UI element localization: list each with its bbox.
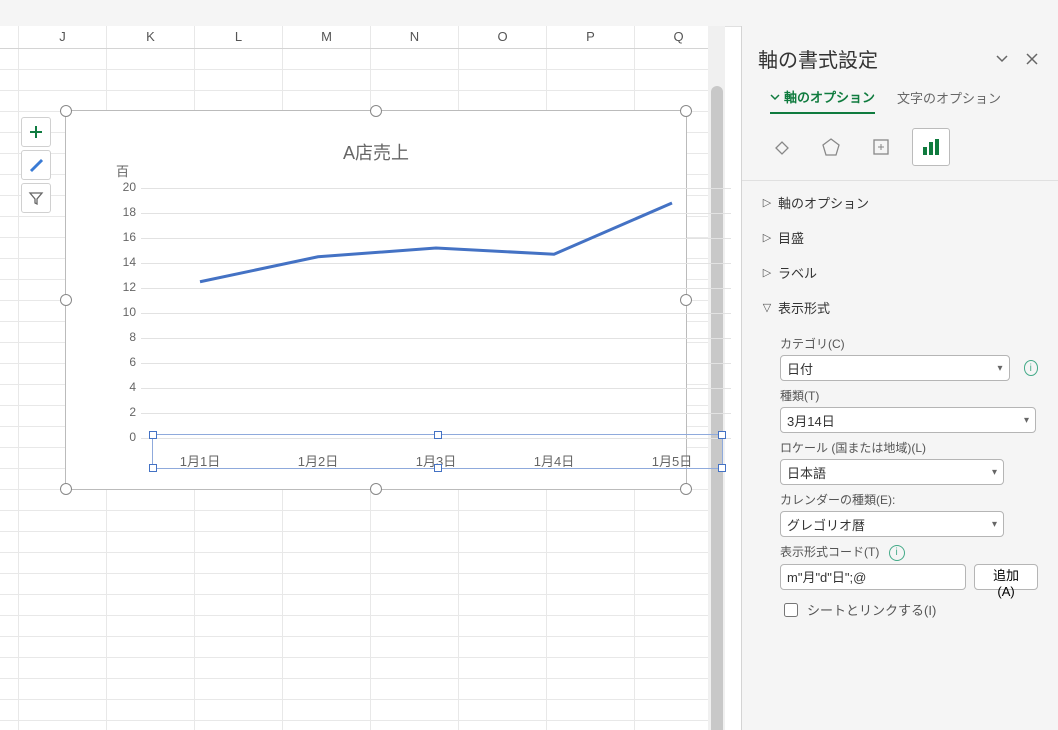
checkbox-label: シートとリンクする(I) [807,600,936,619]
section-label: 軸のオプション [778,193,869,212]
format-code-input[interactable]: m"月"d"日";@ [780,564,966,590]
type-select[interactable]: 3月14日 ▾ [780,407,1036,433]
format-axis-panel: 軸の書式設定 軸のオプション 文字のオプション [741,26,1058,730]
info-icon[interactable]: i [1024,360,1038,376]
link-to-source-checkbox[interactable]: シートとリンクする(I) [780,600,1038,620]
funnel-icon [28,190,44,206]
plot-area[interactable]: 02468101214161820 [141,188,731,438]
calendar-select[interactable]: グレゴリオ暦 ▾ [780,511,1004,537]
col-header[interactable]: J [19,26,107,48]
size-properties-category[interactable] [862,128,900,166]
effects-category[interactable] [812,128,850,166]
panel-close-button[interactable] [1022,49,1042,69]
resize-handle[interactable] [60,483,72,495]
tab-label: 文字のオプション [897,88,1001,107]
col-header[interactable]: N [371,26,459,48]
calendar-label: カレンダーの種類(E): [780,491,1038,508]
category-label: カテゴリ(C) [780,335,1038,352]
chart-mini-toolbar [21,117,51,213]
paint-bucket-icon [770,136,792,158]
add-button[interactable]: 追加(A) [974,564,1038,590]
chevron-down-icon: ▾ [992,519,997,530]
brush-icon [28,157,44,173]
chart-filters-button[interactable] [21,183,51,213]
chevron-down-icon: ▾ [1024,415,1029,426]
col-header[interactable]: O [459,26,547,48]
panel-title: 軸の書式設定 [758,44,982,73]
select-value: 日付 [787,359,813,378]
type-label: 種類(T) [780,387,1038,404]
chevron-down-icon: ▾ [998,363,1003,374]
resize-handle[interactable] [60,294,72,306]
col-header[interactable]: M [283,26,371,48]
select-value: グレゴリオ暦 [787,515,865,534]
col-header[interactable]: K [107,26,195,48]
section-label: 目盛 [778,228,804,247]
chevron-down-icon [995,52,1009,66]
resize-handle[interactable] [370,105,382,117]
panel-options-button[interactable] [992,49,1012,69]
col-header[interactable]: P [547,26,635,48]
chevron-down-icon: ▾ [992,467,997,478]
tab-label: 軸のオプション [784,87,875,106]
chart-elements-button[interactable] [21,117,51,147]
section-tick-marks[interactable]: ▷目盛 [742,220,1058,255]
axis-unit-label: 百 [116,161,129,180]
spreadsheet-grid[interactable]: J K L M N O P Q // rows rendered below v… [0,26,725,730]
size-icon [870,136,892,158]
chart-object[interactable]: A店売上 百 02468101214161820 1月1日1月2日1月3日1月4… [65,110,687,490]
section-axis-options[interactable]: ▷軸のオプション [742,185,1058,220]
category-select[interactable]: 日付 ▾ [780,355,1010,381]
section-number-format[interactable]: ▽表示形式 [742,290,1058,325]
chevron-down-icon [770,92,780,102]
resize-handle[interactable] [370,483,382,495]
column-headers: J K L M N O P Q [0,26,725,49]
select-value: 3月14日 [787,411,835,430]
bar-chart-icon [920,136,942,158]
section-labels[interactable]: ▷ラベル [742,255,1058,290]
section-label: ラベル [778,263,817,282]
pentagon-icon [820,136,842,158]
chart-styles-button[interactable] [21,150,51,180]
input-value: m"月"d"日";@ [787,567,866,586]
info-icon[interactable]: i [889,545,905,561]
axis-options-category[interactable] [912,128,950,166]
section-label: 表示形式 [778,298,830,317]
close-icon [1026,53,1038,65]
tab-axis-options[interactable]: 軸のオプション [770,87,875,114]
plus-icon [28,124,44,140]
resize-handle[interactable] [680,105,692,117]
tab-text-options[interactable]: 文字のオプション [897,87,1001,114]
col-header[interactable]: L [195,26,283,48]
format-code-label: 表示形式コード(T) i [780,543,1038,561]
x-axis-selection[interactable] [152,434,723,469]
resize-handle[interactable] [680,483,692,495]
locale-label: ロケール (国または地域)(L) [780,439,1038,456]
resize-handle[interactable] [60,105,72,117]
locale-select[interactable]: 日本語 ▾ [780,459,1004,485]
chart-title[interactable]: A店売上 [66,139,686,165]
select-value: 日本語 [787,463,826,482]
fill-line-category[interactable] [762,128,800,166]
checkbox-input[interactable] [784,603,798,617]
